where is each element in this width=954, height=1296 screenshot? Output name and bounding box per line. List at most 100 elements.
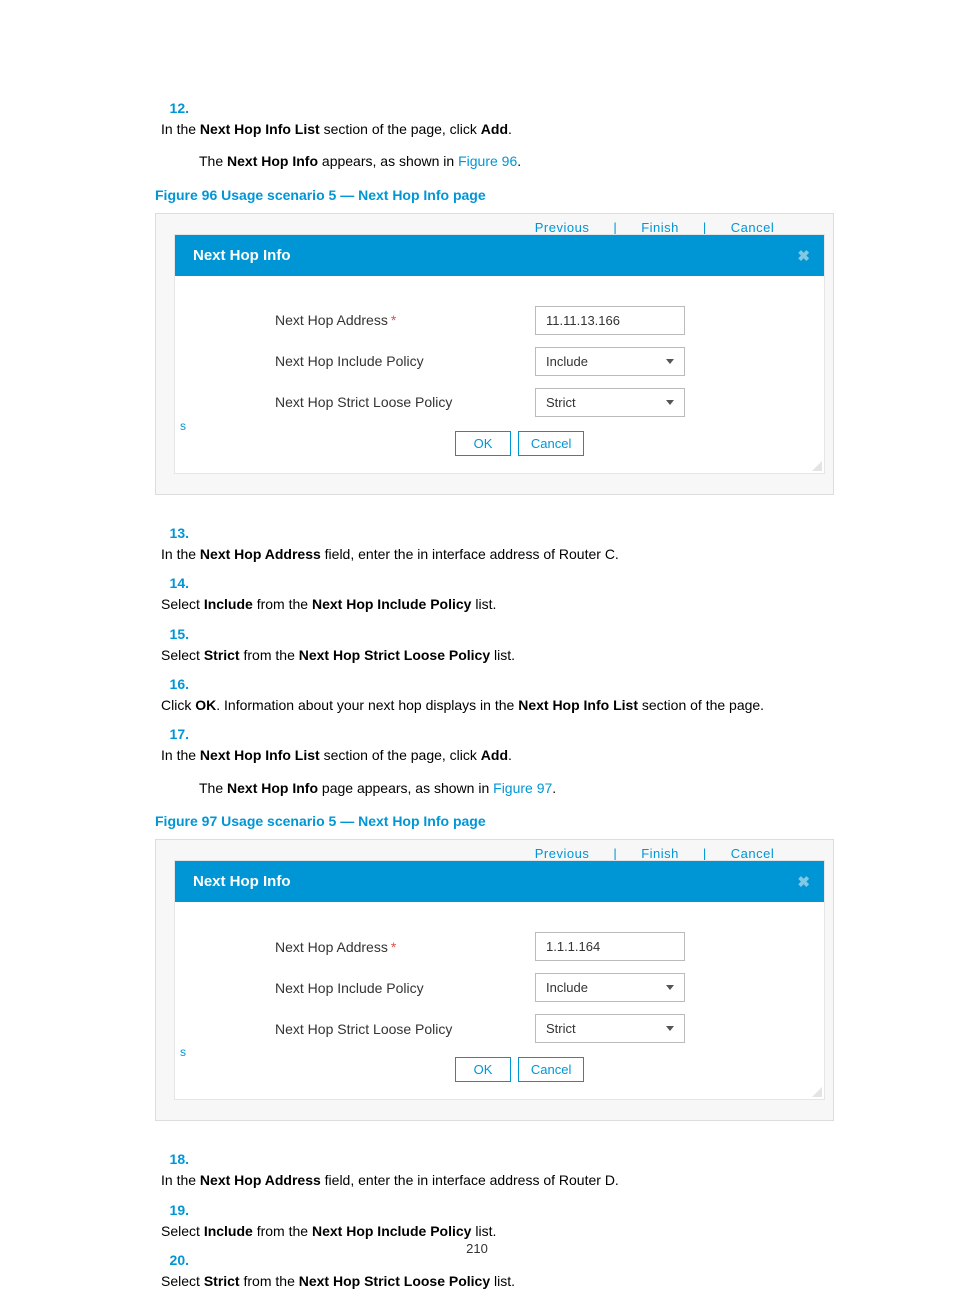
text: section of the page, click <box>320 121 481 137</box>
include-policy-select[interactable]: Include <box>535 973 685 1002</box>
next-hop-info-dialog: Next Hop Info ✖ Next Hop Address* 1.1.1.… <box>174 860 825 1100</box>
close-icon[interactable]: ✖ <box>797 873 810 891</box>
step-text: In the Next Hop Info List section of the… <box>161 744 796 766</box>
figure-caption: Figure 97 Usage scenario 5 — Next Hop In… <box>155 813 834 829</box>
dialog-header: Next Hop Info ✖ <box>175 235 824 276</box>
text: from the <box>240 647 299 663</box>
separator: | <box>613 220 617 234</box>
bold: Next Hop Info <box>227 780 318 796</box>
separator: | <box>703 220 707 234</box>
step-number: 19. <box>155 1202 189 1218</box>
text: list. <box>471 596 496 612</box>
select-value: Include <box>546 980 588 995</box>
text: Next Hop Address <box>275 939 388 955</box>
text: list. <box>490 1273 515 1289</box>
next-hop-address-label: Next Hop Address* <box>275 312 535 328</box>
cropped-label: s <box>180 1045 186 1059</box>
step-number: 16. <box>155 676 189 692</box>
text: section of the page. <box>638 697 764 713</box>
close-icon[interactable]: ✖ <box>797 247 810 265</box>
page-number: 210 <box>0 1241 954 1256</box>
step-number: 17. <box>155 726 189 742</box>
cancel-button[interactable]: Cancel <box>518 1057 584 1082</box>
text: Next Hop Address <box>275 312 388 328</box>
step-text: In the Next Hop Info List section of the… <box>161 118 796 140</box>
bold: Include <box>204 1223 253 1239</box>
bold: Next Hop Address <box>200 1172 321 1188</box>
text: appears, as shown in <box>318 153 458 169</box>
cancel-button[interactable]: Cancel <box>518 431 584 456</box>
dialog-header: Next Hop Info ✖ <box>175 861 824 902</box>
text: In the <box>161 121 200 137</box>
strict-loose-label: Next Hop Strict Loose Policy <box>275 1021 535 1037</box>
figure-97-screenshot: Previous|Finish|Cancel Next Hop Info ✖ N… <box>155 839 834 1121</box>
text: field, enter the in interface address of… <box>321 1172 619 1188</box>
bold: OK <box>195 697 216 713</box>
strict-loose-select[interactable]: Strict <box>535 388 685 417</box>
text: The <box>199 153 227 169</box>
bold: Next Hop Include Policy <box>312 596 471 612</box>
wizard-finish[interactable]: Finish <box>641 220 679 234</box>
wizard-cancel[interactable]: Cancel <box>731 846 774 860</box>
step-number: 18. <box>155 1151 189 1167</box>
step-number: 13. <box>155 525 189 541</box>
dialog-title: Next Hop Info <box>193 247 291 264</box>
select-value: Strict <box>546 1021 576 1036</box>
chevron-down-icon <box>666 985 674 990</box>
text: . <box>508 747 512 763</box>
chevron-down-icon <box>666 359 674 364</box>
step-text: In the Next Hop Address field, enter the… <box>161 543 796 565</box>
next-hop-address-input[interactable]: 1.1.1.164 <box>535 932 685 961</box>
bold: Next Hop Strict Loose Policy <box>299 1273 490 1289</box>
text: Select <box>161 647 204 663</box>
bold: Include <box>204 596 253 612</box>
text: . <box>552 780 556 796</box>
text: In the <box>161 546 200 562</box>
text: In the <box>161 747 200 763</box>
bold: Next Hop Info List <box>200 121 320 137</box>
step-text: Select Include from the Next Hop Include… <box>161 593 796 615</box>
resize-grip-icon[interactable] <box>810 1085 822 1097</box>
figure-link[interactable]: Figure 96 <box>458 153 517 169</box>
ok-button[interactable]: OK <box>455 431 512 456</box>
text: . Information about your next hop displa… <box>216 697 518 713</box>
wizard-finish[interactable]: Finish <box>641 846 679 860</box>
required-star: * <box>391 312 396 328</box>
bold: Next Hop Address <box>200 546 321 562</box>
step-subtext: The Next Hop Info appears, as shown in F… <box>199 150 834 172</box>
dialog-body: Next Hop Address* 11.11.13.166 Next Hop … <box>175 276 824 473</box>
text: page appears, as shown in <box>318 780 493 796</box>
step-text: In the Next Hop Address field, enter the… <box>161 1169 796 1191</box>
text: from the <box>253 596 312 612</box>
select-value: Strict <box>546 395 576 410</box>
next-hop-info-dialog: Next Hop Info ✖ Next Hop Address* 11.11.… <box>174 234 825 474</box>
wizard-nav: Previous | Finish | Cancel <box>156 214 833 234</box>
step-text: Click OK. Information about your next ho… <box>161 694 796 716</box>
step-subtext: The Next Hop Info page appears, as shown… <box>199 777 834 799</box>
separator: | <box>703 846 707 860</box>
text: list. <box>471 1223 496 1239</box>
figure-caption: Figure 96 Usage scenario 5 — Next Hop In… <box>155 187 834 203</box>
text: . <box>508 121 512 137</box>
include-policy-select[interactable]: Include <box>535 347 685 376</box>
next-hop-address-input[interactable]: 11.11.13.166 <box>535 306 685 335</box>
step-number: 12. <box>155 100 189 116</box>
step-text: Select Strict from the Next Hop Strict L… <box>161 644 796 666</box>
text: from the <box>253 1223 312 1239</box>
wizard-cancel[interactable]: Cancel <box>731 220 774 234</box>
strict-loose-select[interactable]: Strict <box>535 1014 685 1043</box>
figure-link[interactable]: Figure 97 <box>493 780 552 796</box>
cropped-label: s <box>180 419 186 433</box>
text: In the <box>161 1172 200 1188</box>
wizard-previous[interactable]: Previous <box>535 220 590 234</box>
ok-button[interactable]: OK <box>455 1057 512 1082</box>
strict-loose-label: Next Hop Strict Loose Policy <box>275 394 535 410</box>
figure-96-screenshot: Previous | Finish | Cancel Next Hop Info ✖ N… <box>155 213 834 495</box>
text: list. <box>490 647 515 663</box>
text: Select <box>161 596 204 612</box>
step-number: 15. <box>155 626 189 642</box>
resize-grip-icon[interactable] <box>810 459 822 471</box>
text: Click <box>161 697 195 713</box>
text: . <box>517 153 521 169</box>
wizard-previous[interactable]: Previous <box>535 846 590 860</box>
